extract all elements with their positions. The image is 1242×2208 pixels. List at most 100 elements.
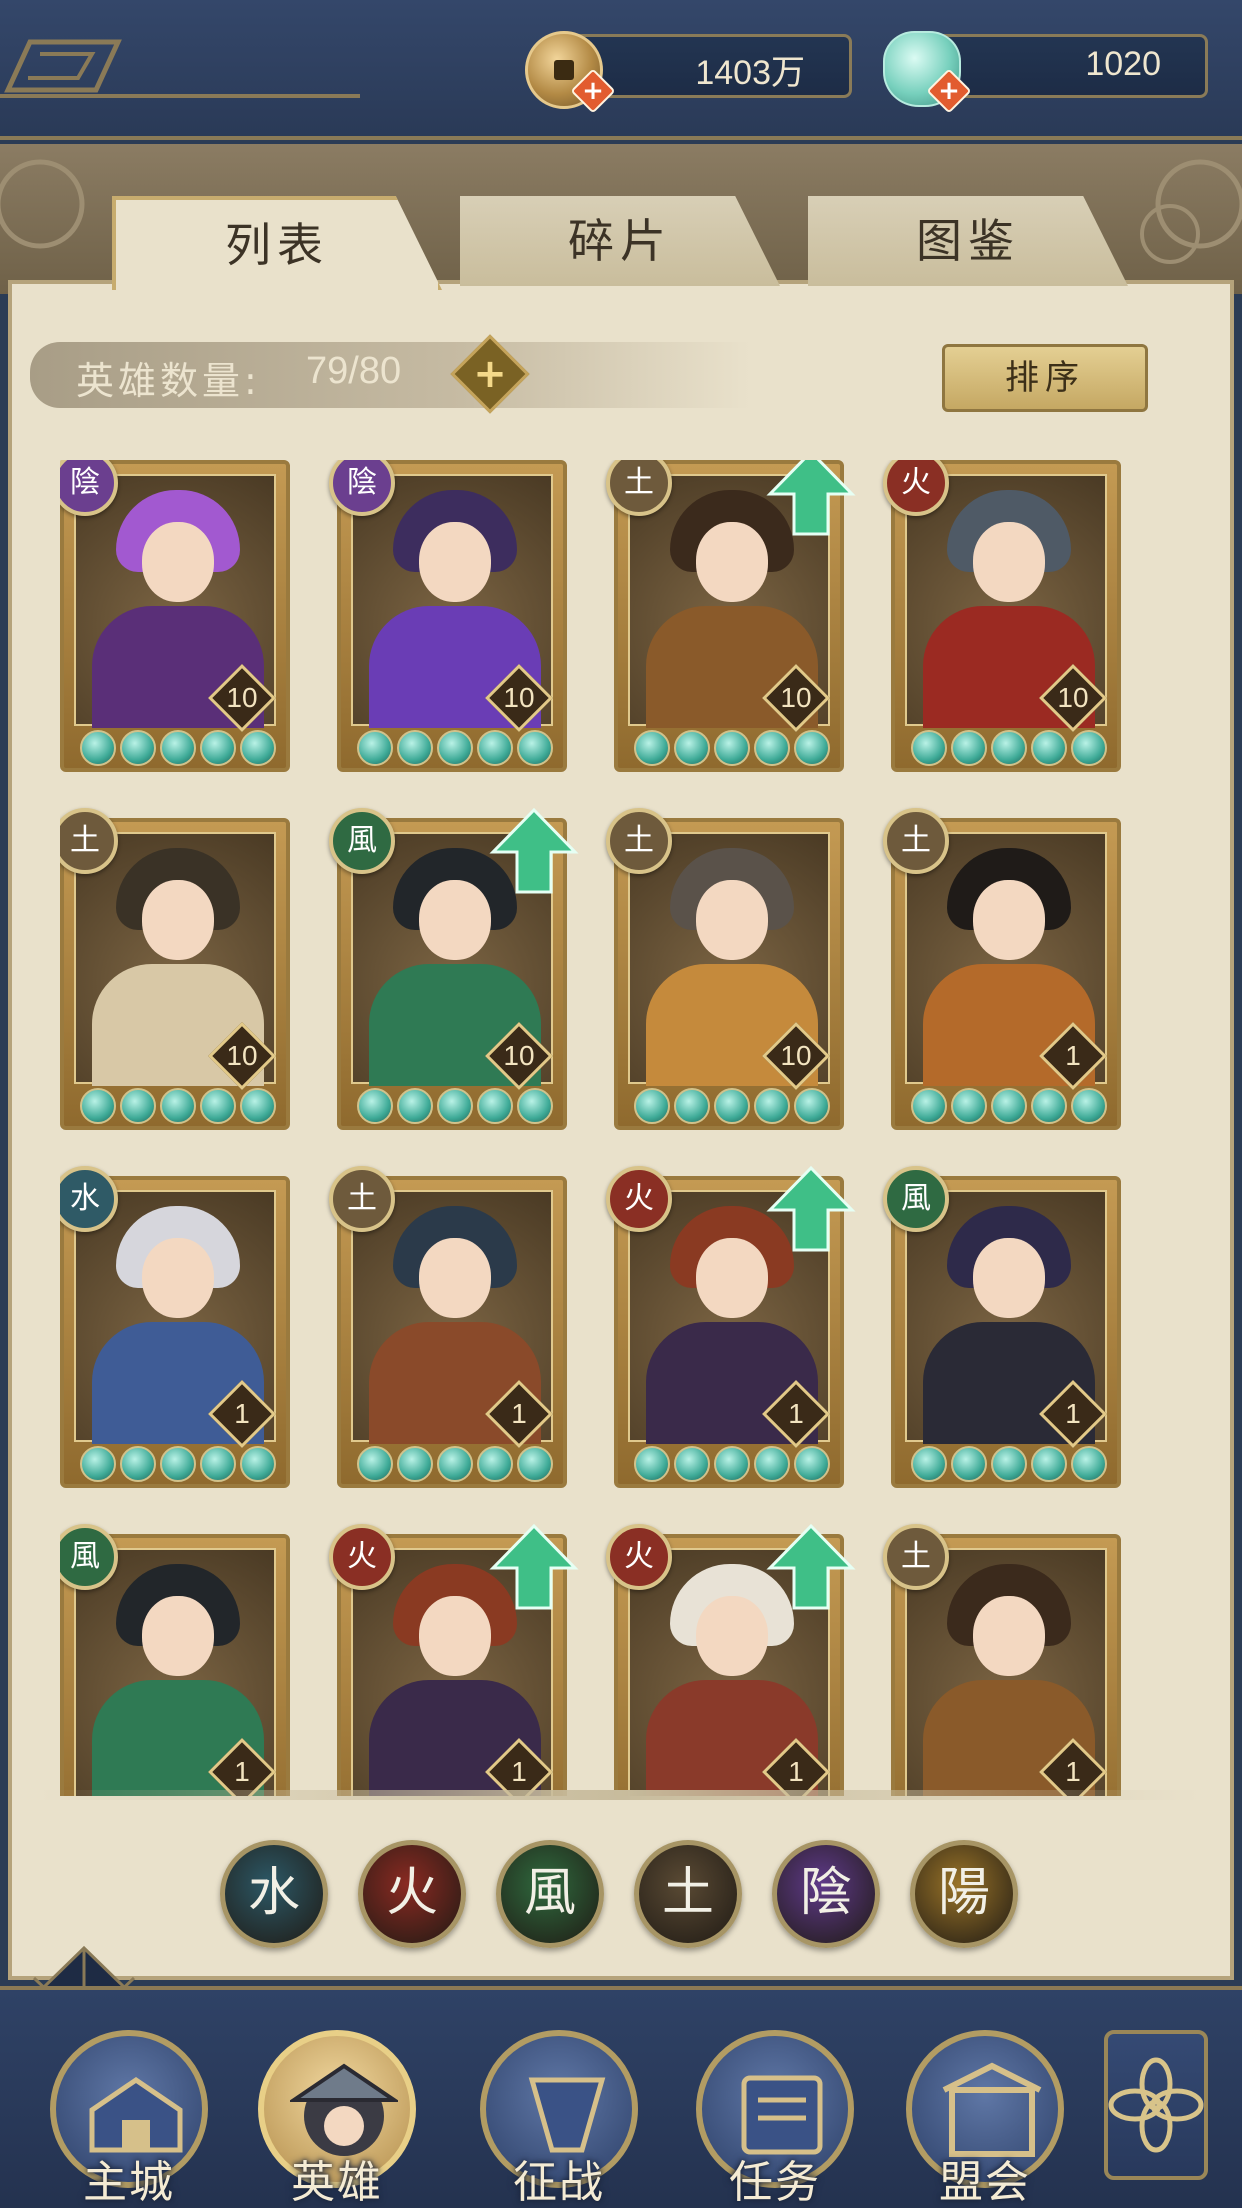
element-filter-button[interactable]: 陰 bbox=[772, 1840, 880, 1948]
flower-menu-icon bbox=[1108, 2057, 1204, 2153]
element-icon: 土 bbox=[329, 1166, 395, 1232]
hero-face bbox=[142, 880, 214, 960]
tab-codex[interactable]: 图鉴 bbox=[808, 196, 1128, 286]
hero-star-row bbox=[80, 1446, 280, 1482]
element-icon: 火 bbox=[606, 1166, 672, 1232]
hero-face bbox=[696, 1596, 768, 1676]
tab-list[interactable]: 列表 bbox=[112, 196, 442, 290]
hero-card[interactable]: 土 10 bbox=[606, 808, 844, 1130]
hero-card[interactable]: 土1 bbox=[883, 1524, 1121, 1796]
jade-star-icon bbox=[714, 730, 750, 766]
nav-label: 征战 bbox=[513, 2157, 605, 2208]
element-filter-button[interactable]: 風 bbox=[496, 1840, 604, 1948]
hero-card[interactable]: 火1 bbox=[329, 1523, 579, 1796]
hero-card[interactable]: 風 10 bbox=[329, 807, 579, 1130]
jade-star-icon bbox=[160, 730, 196, 766]
hero-card[interactable]: 火1 bbox=[606, 1523, 856, 1796]
jade-star-icon bbox=[714, 1088, 750, 1124]
jade-star-icon bbox=[634, 730, 670, 766]
hero-level: 10 bbox=[226, 682, 258, 713]
hero-card[interactable]: 水1 bbox=[60, 1166, 290, 1488]
hero-card[interactable]: 火 10 bbox=[883, 460, 1121, 772]
jade-star-icon bbox=[80, 1088, 116, 1124]
hero-face bbox=[973, 1596, 1045, 1676]
hero-level: 1 bbox=[788, 1398, 804, 1429]
hero-card[interactable]: 火1 bbox=[606, 1165, 856, 1488]
hero-card[interactable]: 風1 bbox=[883, 1166, 1121, 1488]
hero-star-row bbox=[634, 1088, 834, 1124]
sort-button[interactable]: 排序 bbox=[942, 344, 1148, 412]
hero-card[interactable]: 風1 bbox=[60, 1524, 290, 1796]
hero-face bbox=[696, 522, 768, 602]
hero-level: 1 bbox=[511, 1756, 527, 1787]
hero-card[interactable]: 陰 10 bbox=[329, 460, 567, 772]
element-filter-button[interactable]: 火 bbox=[358, 1840, 466, 1948]
element-filter-row: 水火風土陰陽 bbox=[220, 1840, 1020, 1950]
hero-star-row bbox=[634, 730, 834, 766]
jade-star-icon bbox=[674, 1088, 710, 1124]
hero-level: 10 bbox=[780, 1040, 812, 1071]
jade-star-icon bbox=[991, 730, 1027, 766]
hero-level: 10 bbox=[503, 1040, 535, 1071]
hero-face bbox=[419, 1596, 491, 1676]
hero-face bbox=[696, 1238, 768, 1318]
hero-card[interactable]: 陰 10 bbox=[60, 460, 290, 772]
more-menu-button[interactable] bbox=[1104, 2030, 1208, 2180]
jade-star-icon bbox=[634, 1088, 670, 1124]
nav-item-heroes[interactable]: 英雄 bbox=[252, 2020, 422, 2208]
jade-star-icon bbox=[357, 1446, 393, 1482]
jade-star-icon bbox=[794, 1446, 830, 1482]
element-icon: 風 bbox=[329, 808, 395, 874]
hero-star-row bbox=[911, 1088, 1111, 1124]
upgrade-arrow-icon bbox=[766, 1165, 856, 1252]
top-bar: + 1403万 + 1020 bbox=[0, 0, 1242, 140]
jade-star-icon bbox=[240, 1446, 276, 1482]
jade-star-icon bbox=[160, 1088, 196, 1124]
jade-star-icon bbox=[357, 1088, 393, 1124]
hero-level: 10 bbox=[1057, 682, 1089, 713]
jade-star-icon bbox=[1031, 1446, 1067, 1482]
element-icon: 土 bbox=[883, 1524, 949, 1590]
jade-star-icon bbox=[634, 1446, 670, 1482]
jade-star-icon bbox=[714, 1446, 750, 1482]
jade-star-icon bbox=[477, 1088, 513, 1124]
hero-star-row bbox=[80, 730, 280, 766]
nav-label: 英雄 bbox=[291, 2157, 383, 2208]
element-filter-button[interactable]: 水 bbox=[220, 1840, 328, 1948]
nav-label: 任务 bbox=[729, 2157, 821, 2208]
jade-star-icon bbox=[674, 730, 710, 766]
coin-currency[interactable]: + 1403万 bbox=[525, 31, 852, 114]
hero-star-row bbox=[357, 730, 557, 766]
hero-card[interactable]: 土 10 bbox=[606, 460, 856, 772]
hero-count-value: 79/80 bbox=[306, 350, 402, 392]
jade-star-icon bbox=[951, 730, 987, 766]
nav-item-quests[interactable]: 任务 bbox=[690, 2020, 860, 2208]
element-icon: 火 bbox=[329, 1524, 395, 1590]
nav-item-main-city[interactable]: 主城 bbox=[44, 2020, 214, 2208]
jade-star-icon bbox=[991, 1088, 1027, 1124]
jade-star-icon bbox=[517, 730, 553, 766]
hero-card[interactable]: 土1 bbox=[329, 1166, 567, 1488]
nav-item-campaign[interactable]: 征战 bbox=[474, 2020, 644, 2208]
jade-star-icon bbox=[754, 730, 790, 766]
jade-star-icon bbox=[200, 730, 236, 766]
element-filter-button[interactable]: 陽 bbox=[910, 1840, 1018, 1948]
tab-fragments[interactable]: 碎片 bbox=[460, 196, 780, 286]
hero-card[interactable]: 土 10 bbox=[60, 808, 290, 1130]
hero-face bbox=[973, 522, 1045, 602]
hero-level: 1 bbox=[1065, 1756, 1081, 1787]
hero-face bbox=[419, 522, 491, 602]
hero-star-row bbox=[911, 730, 1111, 766]
nav-item-alliance[interactable]: 盟会 bbox=[900, 2020, 1070, 2208]
grid-divider bbox=[40, 1790, 1200, 1800]
hero-level: 1 bbox=[234, 1756, 250, 1787]
jade-star-icon bbox=[397, 730, 433, 766]
hero-card[interactable]: 土1 bbox=[883, 808, 1121, 1130]
hero-level: 10 bbox=[503, 682, 535, 713]
element-icon: 土 bbox=[883, 808, 949, 874]
jade-star-icon bbox=[911, 730, 947, 766]
gem-currency[interactable]: + 1020 bbox=[883, 31, 1208, 114]
coin-amount: 1403万 bbox=[695, 54, 805, 92]
element-filter-button[interactable]: 土 bbox=[634, 1840, 742, 1948]
jade-star-icon bbox=[911, 1088, 947, 1124]
